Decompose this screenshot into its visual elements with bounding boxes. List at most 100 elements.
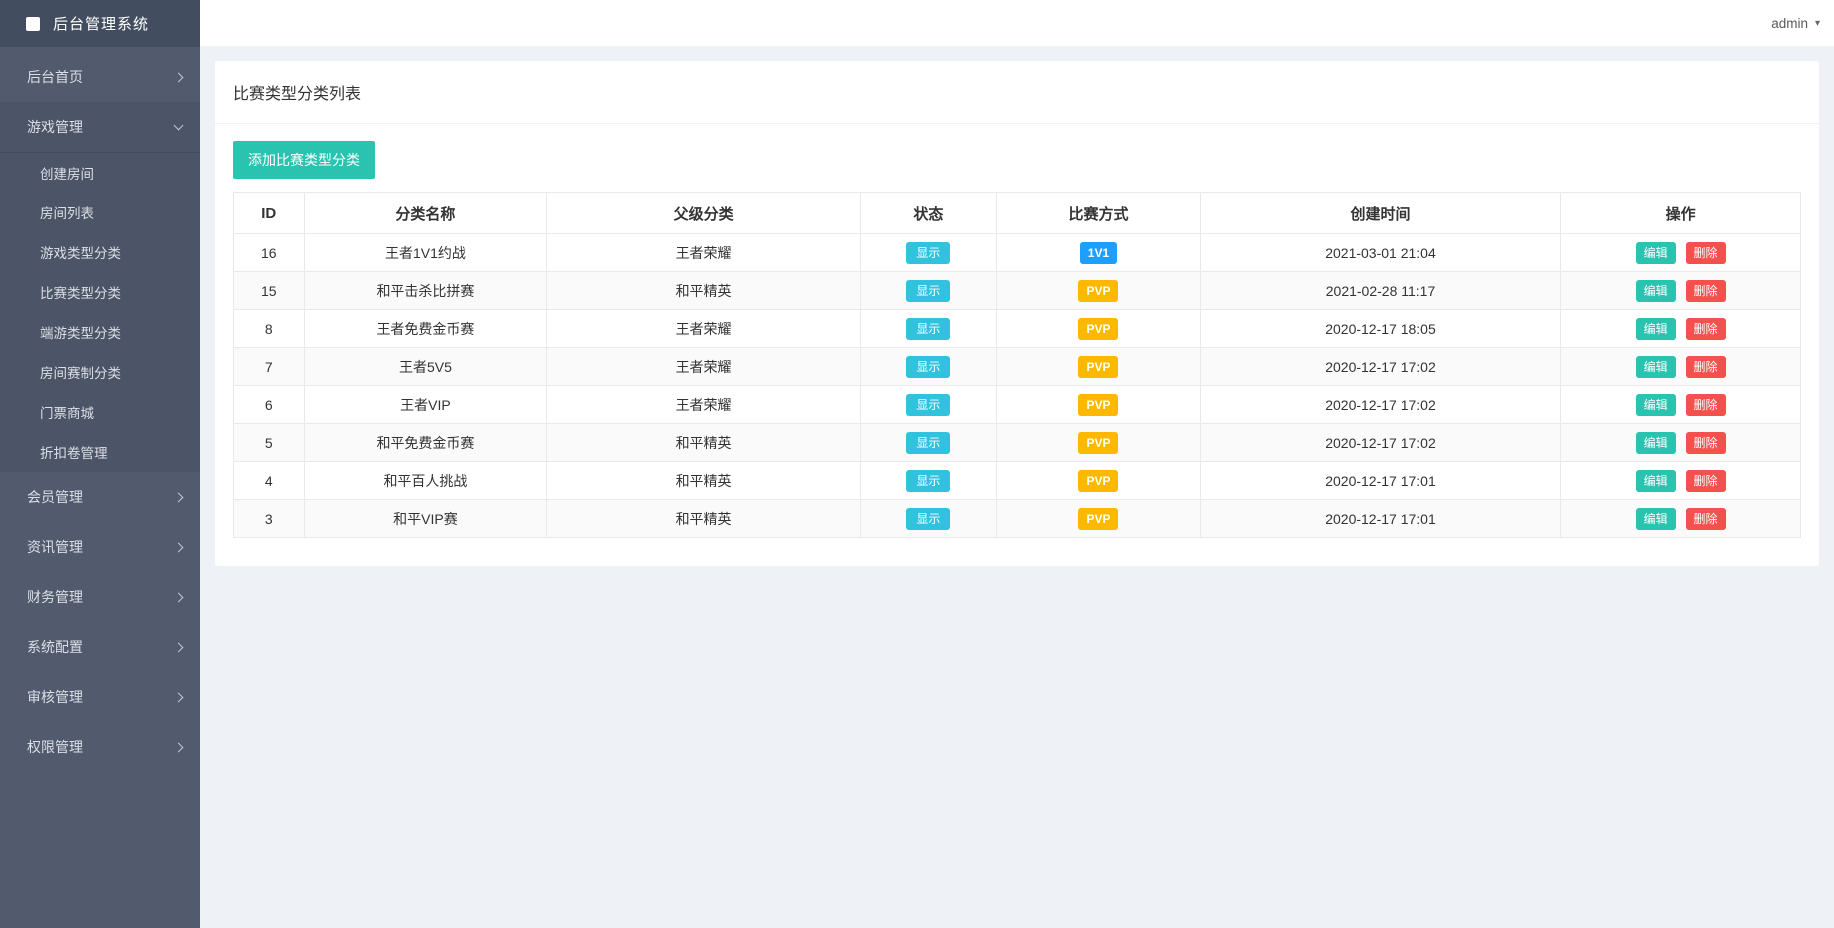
cell-created: 2021-02-28 11:17 — [1200, 272, 1560, 310]
app-logo-bar: 后台管理系统 — [0, 0, 200, 47]
edit-button[interactable]: 编辑 — [1636, 508, 1676, 530]
mode-badge: PVP — [1078, 432, 1118, 454]
sidebar-item[interactable]: 后台首页 — [0, 52, 200, 102]
sidebar-item[interactable]: 房间赛制分类 — [0, 352, 200, 392]
cell-name: 王者VIP — [304, 386, 547, 424]
caret-down-icon: ▾ — [1815, 18, 1820, 29]
list-card: 比赛类型分类列表 添加比赛类型分类 ID分类名称父级分类状态比赛方式创建时间操作… — [215, 61, 1819, 566]
cell-created: 2021-03-01 21:04 — [1200, 234, 1560, 272]
cell-id: 15 — [234, 272, 305, 310]
cell-parent: 王者荣耀 — [547, 348, 860, 386]
sidebar-item-label: 门票商城 — [40, 402, 182, 422]
edit-button[interactable]: 编辑 — [1636, 432, 1676, 454]
sidebar: 后台管理系统 后台首页 游戏管理 创建房间 房间列表 游戏类型分类 比赛类型分类… — [0, 0, 200, 928]
status-badge[interactable]: 显示 — [906, 470, 950, 492]
chevron-down-icon — [174, 121, 184, 131]
cell-id: 16 — [234, 234, 305, 272]
edit-button[interactable]: 编辑 — [1636, 318, 1676, 340]
status-badge[interactable]: 显示 — [906, 508, 950, 530]
delete-button[interactable]: 删除 — [1686, 242, 1726, 264]
username: admin — [1771, 16, 1808, 31]
status-badge[interactable]: 显示 — [906, 242, 950, 264]
edit-button[interactable]: 编辑 — [1636, 356, 1676, 378]
sidebar-item[interactable]: 比赛类型分类 — [0, 272, 200, 312]
column-header: 分类名称 — [304, 193, 547, 234]
chevron-right-icon — [174, 492, 184, 502]
chevron-right-icon — [174, 592, 184, 602]
column-header: ID — [234, 193, 305, 234]
card-body: 添加比赛类型分类 ID分类名称父级分类状态比赛方式创建时间操作 16 王者1V1… — [215, 124, 1819, 566]
sidebar-item-label: 资讯管理 — [27, 537, 175, 557]
sidebar-item[interactable]: 财务管理 — [0, 572, 200, 622]
sidebar-item[interactable]: 游戏管理 — [0, 102, 200, 152]
status-badge[interactable]: 显示 — [906, 432, 950, 454]
cell-name: 和平免费金币赛 — [304, 424, 547, 462]
cell-name: 王者免费金币赛 — [304, 310, 547, 348]
cell-parent: 和平精英 — [547, 500, 860, 538]
table-row: 15 和平击杀比拼赛 和平精英 显示 PVP 2021-02-28 11:17 … — [234, 272, 1801, 310]
cell-created: 2020-12-17 18:05 — [1200, 310, 1560, 348]
sidebar-item-label: 游戏类型分类 — [40, 242, 182, 262]
edit-button[interactable]: 编辑 — [1636, 394, 1676, 416]
cell-id: 3 — [234, 500, 305, 538]
sidebar-item[interactable]: 创建房间 — [0, 152, 200, 192]
cell-id: 5 — [234, 424, 305, 462]
sidebar-item-label: 游戏管理 — [27, 117, 175, 137]
sidebar-item[interactable]: 端游类型分类 — [0, 312, 200, 352]
cell-name: 和平VIP赛 — [304, 500, 547, 538]
cell-parent: 和平精英 — [547, 462, 860, 500]
mode-badge: PVP — [1078, 508, 1118, 530]
delete-button[interactable]: 删除 — [1686, 470, 1726, 492]
sidebar-item[interactable]: 会员管理 — [0, 472, 200, 522]
sidebar-item[interactable]: 权限管理 — [0, 722, 200, 772]
sidebar-item-label: 后台首页 — [27, 67, 175, 87]
mode-badge: PVP — [1078, 394, 1118, 416]
delete-button[interactable]: 删除 — [1686, 394, 1726, 416]
table-header-row: ID分类名称父级分类状态比赛方式创建时间操作 — [234, 193, 1801, 234]
column-header: 创建时间 — [1200, 193, 1560, 234]
cell-parent: 王者荣耀 — [547, 386, 860, 424]
sidebar-item-label: 审核管理 — [27, 687, 175, 707]
cell-created: 2020-12-17 17:02 — [1200, 348, 1560, 386]
delete-button[interactable]: 删除 — [1686, 356, 1726, 378]
chevron-right-icon — [174, 72, 184, 82]
mode-badge: PVP — [1078, 356, 1118, 378]
sidebar-item[interactable]: 审核管理 — [0, 672, 200, 722]
edit-button[interactable]: 编辑 — [1636, 280, 1676, 302]
delete-button[interactable]: 删除 — [1686, 280, 1726, 302]
sidebar-item[interactable]: 游戏类型分类 — [0, 232, 200, 272]
table-row: 3 和平VIP赛 和平精英 显示 PVP 2020-12-17 17:01 编辑… — [234, 500, 1801, 538]
main-content: 比赛类型分类列表 添加比赛类型分类 ID分类名称父级分类状态比赛方式创建时间操作… — [200, 46, 1834, 928]
status-badge[interactable]: 显示 — [906, 280, 950, 302]
sidebar-item[interactable]: 房间列表 — [0, 192, 200, 232]
sidebar-item[interactable]: 折扣卷管理 — [0, 432, 200, 472]
status-badge[interactable]: 显示 — [906, 356, 950, 378]
sidebar-item-label: 创建房间 — [40, 163, 182, 183]
delete-button[interactable]: 删除 — [1686, 432, 1726, 454]
table-body: 16 王者1V1约战 王者荣耀 显示 1V1 2021-03-01 21:04 … — [234, 234, 1801, 538]
app-title: 后台管理系统 — [53, 13, 149, 34]
chevron-right-icon — [174, 692, 184, 702]
sidebar-item-label: 权限管理 — [27, 737, 175, 757]
sidebar-item-label: 房间赛制分类 — [40, 362, 182, 382]
add-category-button[interactable]: 添加比赛类型分类 — [233, 141, 375, 179]
delete-button[interactable]: 删除 — [1686, 508, 1726, 530]
cell-id: 6 — [234, 386, 305, 424]
sidebar-item[interactable]: 系统配置 — [0, 622, 200, 672]
sidebar-item[interactable]: 门票商城 — [0, 392, 200, 432]
sidebar-item-label: 系统配置 — [27, 637, 175, 657]
column-header: 状态 — [860, 193, 996, 234]
table-row: 4 和平百人挑战 和平精英 显示 PVP 2020-12-17 17:01 编辑… — [234, 462, 1801, 500]
sidebar-item-label: 折扣卷管理 — [40, 442, 182, 462]
cell-name: 王者5V5 — [304, 348, 547, 386]
cell-name: 和平击杀比拼赛 — [304, 272, 547, 310]
status-badge[interactable]: 显示 — [906, 318, 950, 340]
delete-button[interactable]: 删除 — [1686, 318, 1726, 340]
chevron-right-icon — [174, 542, 184, 552]
sidebar-item[interactable]: 资讯管理 — [0, 522, 200, 572]
cell-id: 8 — [234, 310, 305, 348]
edit-button[interactable]: 编辑 — [1636, 242, 1676, 264]
status-badge[interactable]: 显示 — [906, 394, 950, 416]
user-dropdown[interactable]: admin ▾ — [1771, 16, 1820, 31]
edit-button[interactable]: 编辑 — [1636, 470, 1676, 492]
